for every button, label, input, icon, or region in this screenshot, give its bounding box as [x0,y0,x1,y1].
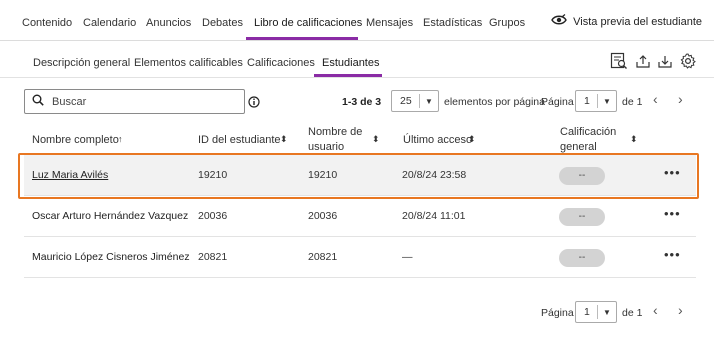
gradebook-sub-nav: Descripción general Elementos calificabl… [0,41,714,78]
header-nombre-completo[interactable]: Nombre completo [32,133,119,148]
footer-page-select[interactable]: 1 ▼ [575,301,617,323]
course-top-nav: Contenido Calendario Anuncios Debates Li… [0,0,714,41]
sort-toggle-icon[interactable]: ⬍ [372,134,380,145]
footer-next-page-chevron-icon[interactable]: › [678,302,683,318]
upload-icon[interactable] [636,54,650,73]
tab-anuncios[interactable]: Anuncios [146,17,191,29]
student-preview-label: Vista previa del estudiante [573,15,702,28]
student-name[interactable]: Mauricio López Cisneros Jiménez [32,251,190,263]
caret-down-icon: ▼ [603,96,611,106]
footer-page-of-label: de 1 [622,307,643,319]
more-options-icon[interactable]: ••• [664,247,681,262]
header-id-estudiante[interactable]: ID del estudiante [198,133,281,148]
page-of-label: de 1 [622,96,643,108]
per-page-select[interactable]: 25 ▼ [391,90,439,112]
search-icon [32,93,44,111]
student-preview-button[interactable]: Vista previa del estudiante [551,14,702,29]
overall-grade-pill[interactable]: -- [559,208,605,226]
tab-contenido[interactable]: Contenido [22,17,72,29]
tab-grupos[interactable]: Grupos [489,17,525,29]
caret-down-icon: ▼ [603,307,611,317]
header-nombre-usuario-line1[interactable]: Nombre de [308,125,362,140]
search-input[interactable] [52,95,222,108]
username-cell: 20036 [308,210,338,222]
tab-libro-de-calificaciones[interactable]: Libro de calificaciones [254,17,362,29]
results-range: 1-3 de 3 [342,96,382,108]
subtab-elementos-calificables[interactable]: Elementos calificables [134,57,243,69]
search-info-icon[interactable] [248,95,260,113]
subtab-descripcion-general[interactable]: Descripción general [33,57,130,69]
student-id-cell: 20036 [198,210,228,222]
search-box[interactable] [24,89,245,114]
preview-eye-icon [551,14,567,29]
per-page-label: elementos por página [444,96,545,108]
tab-debates[interactable]: Debates [202,17,243,29]
last-access-cell: — [402,251,413,263]
grading-report-icon[interactable] [610,52,628,75]
page-label: Página [541,96,574,108]
sort-toggle-icon[interactable]: ⬍ [468,134,476,145]
per-page-value: 25 [400,95,412,107]
student-id-cell: 20821 [198,251,228,263]
sort-ascending-arrow-icon[interactable]: ↑ [118,134,123,144]
overall-grade-pill[interactable]: -- [559,249,605,267]
previous-page-chevron-icon[interactable]: ‹ [653,91,658,107]
last-access-cell: 20/8/24 11:01 [402,210,466,222]
tab-estadisticas[interactable]: Estadísticas [423,17,482,29]
header-calificacion-general-line1[interactable]: Calificación [560,125,616,140]
username-cell: 20821 [308,251,338,263]
active-subtab-indicator [314,74,382,77]
more-options-icon[interactable]: ••• [664,206,681,221]
active-tab-indicator [246,37,358,40]
download-icon[interactable] [658,54,672,73]
footer-page-value: 1 [584,306,590,318]
subtab-estudiantes[interactable]: Estudiantes [322,57,379,69]
gradebook-tools [610,52,696,75]
footer-previous-page-chevron-icon[interactable]: ‹ [653,302,658,318]
next-page-chevron-icon[interactable]: › [678,91,683,107]
caret-down-icon: ▼ [425,96,433,106]
header-ultimo-acceso[interactable]: Último acceso [403,133,472,148]
footer-page-label: Página [541,307,574,319]
page-select[interactable]: 1 ▼ [575,90,617,112]
settings-gear-icon[interactable] [680,53,696,74]
student-name[interactable]: Oscar Arturo Hernández Vazquez [32,210,188,222]
subtab-calificaciones[interactable]: Calificaciones [247,57,315,69]
table-row[interactable]: Oscar Arturo Hernández Vazquez 20036 200… [24,196,696,237]
selected-row-highlight [18,153,699,199]
page-value: 1 [584,95,590,107]
sort-toggle-icon[interactable]: ⬍ [630,134,638,145]
tab-mensajes[interactable]: Mensajes [366,17,413,29]
table-row[interactable]: Mauricio López Cisneros Jiménez 20821 20… [24,237,696,278]
tab-calendario[interactable]: Calendario [83,17,136,29]
sort-toggle-icon[interactable]: ⬍ [280,134,288,145]
